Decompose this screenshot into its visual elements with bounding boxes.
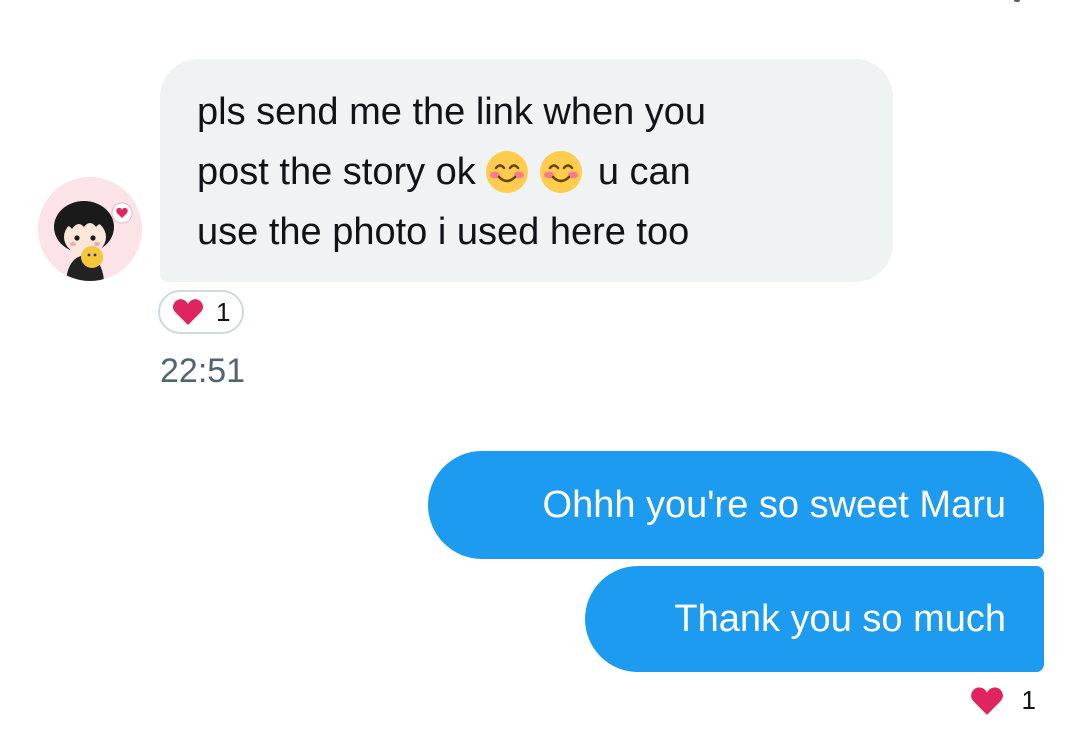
reaction-count: 1 (216, 296, 231, 327)
message-line-2: post the story ok u can (197, 142, 863, 202)
dm-conversation: pls send me the link when you post the s… (0, 0, 1078, 730)
message-line-3: use the photo i used here too (197, 202, 863, 262)
avatar-illustration (38, 177, 142, 281)
message-text: pls send me the link when you (197, 91, 707, 133)
outgoing-reaction[interactable]: 1 (970, 685, 1036, 716)
smiling-face-emoji-icon (484, 149, 530, 195)
message-line-1: pls send me the link when you (197, 82, 863, 142)
heart-icon (970, 686, 1004, 716)
message-text: Thank you so much (674, 597, 1006, 640)
smiling-face-emoji-icon (538, 149, 584, 195)
message-text: Ohhh you're so sweet Maru (542, 483, 1006, 526)
heart-icon (172, 298, 204, 326)
message-text: use the photo i used here too (197, 211, 690, 253)
status-indicator (1014, 0, 1020, 2)
message-timestamp: 22:51 (160, 352, 246, 390)
reaction-count: 1 (1021, 685, 1036, 715)
message-text: u can (597, 151, 691, 193)
incoming-reaction-pill[interactable]: 1 (158, 290, 245, 334)
sender-avatar[interactable] (38, 177, 142, 281)
message-text: post the story ok (197, 151, 476, 193)
outgoing-message-bubble[interactable]: Thank you so much (585, 566, 1044, 672)
outgoing-message-bubble[interactable]: Ohhh you're so sweet Maru (428, 451, 1044, 559)
incoming-message-bubble[interactable]: pls send me the link when you post the s… (160, 59, 893, 282)
